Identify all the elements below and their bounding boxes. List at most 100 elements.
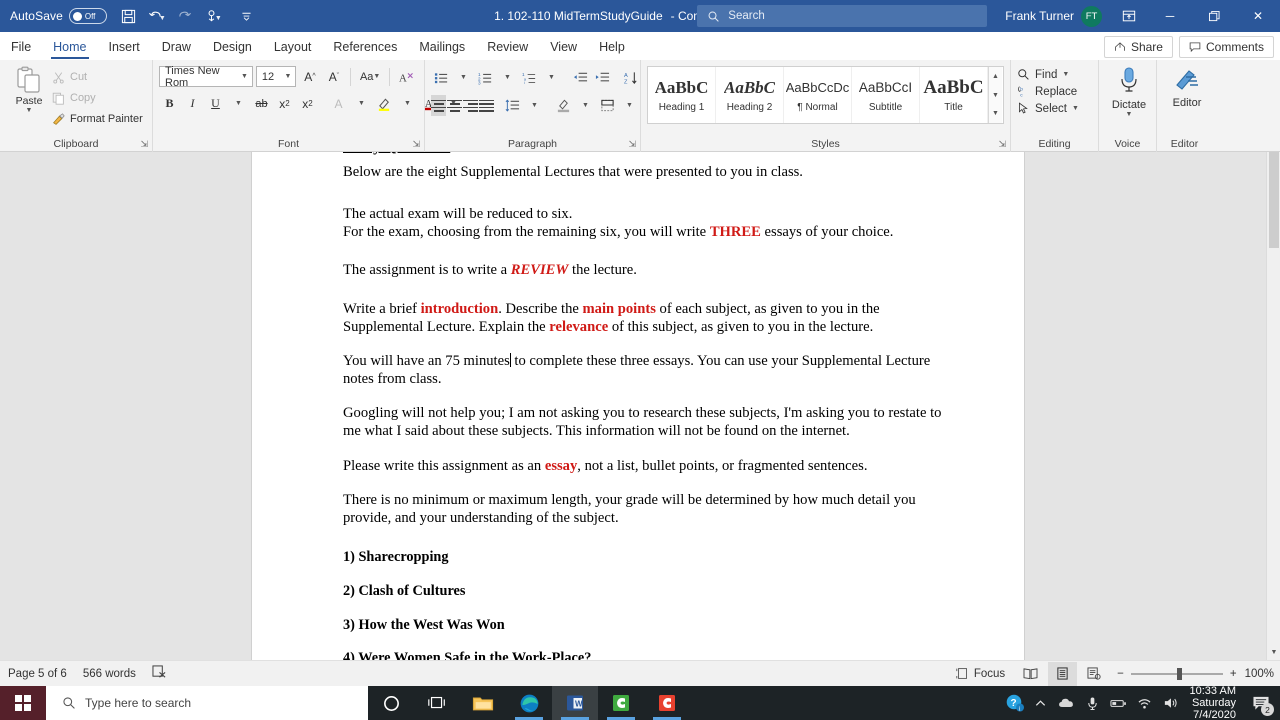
styles-scroll-down-icon[interactable]: ▼ [989, 87, 1002, 104]
style-heading-2[interactable]: AaBbC Heading 2 [716, 67, 784, 123]
proofing-errors-icon[interactable] [152, 665, 167, 682]
select-caret[interactable]: ▼ [1072, 105, 1079, 112]
style-subtitle[interactable]: AaBbCcI Subtitle [852, 67, 920, 123]
borders-caret[interactable]: ▼ [619, 95, 640, 116]
text-highlight-icon[interactable] [374, 93, 395, 114]
search-box[interactable]: Search [697, 5, 988, 27]
word-icon[interactable]: W [552, 686, 598, 720]
tab-draw[interactable]: Draw [151, 34, 202, 60]
tab-view[interactable]: View [539, 34, 588, 60]
show-hidden-icons-chevron[interactable] [1028, 686, 1054, 720]
justify-icon[interactable] [479, 95, 494, 116]
touch-dropdown-caret[interactable]: ▼ [215, 15, 222, 22]
dictate-caret[interactable]: ▼ [1126, 111, 1133, 118]
undo-icon[interactable]: ▼ [143, 3, 171, 29]
tab-insert[interactable]: Insert [98, 34, 151, 60]
tab-layout[interactable]: Layout [263, 34, 323, 60]
zoom-in-button[interactable]: + [1230, 668, 1237, 680]
close-button[interactable]: ✕ [1236, 0, 1280, 32]
zoom-out-button[interactable]: − [1117, 668, 1124, 680]
battery-icon[interactable] [1106, 686, 1132, 720]
zoom-slider[interactable]: − + [1111, 667, 1242, 680]
zoom-track[interactable] [1130, 667, 1223, 680]
font-dialog-launcher[interactable]: ⇲ [412, 139, 420, 150]
start-button[interactable] [0, 686, 46, 720]
taskbar-search-input[interactable]: Type here to search [46, 686, 368, 720]
restore-button[interactable] [1192, 0, 1236, 32]
document-canvas[interactable]: Essay Questions Below are the eight Supp… [0, 152, 1280, 660]
font-name-caret[interactable]: ▼ [241, 73, 248, 80]
paragraph-dialog-launcher[interactable]: ⇲ [628, 139, 636, 150]
sort-icon[interactable]: AZ [621, 67, 642, 88]
document-text-body[interactable]: Essay Questions Below are the eight Supp… [343, 152, 943, 660]
minimize-button[interactable]: ─ [1148, 0, 1192, 32]
onedrive-icon[interactable] [1054, 686, 1080, 720]
print-layout-button[interactable] [1048, 661, 1078, 686]
tab-mailings[interactable]: Mailings [408, 34, 476, 60]
align-center-icon[interactable] [447, 95, 462, 116]
touch-icon[interactable]: ▼ [199, 3, 227, 29]
style-heading-1[interactable]: AaBbC Heading 1 [648, 67, 716, 123]
tab-references[interactable]: References [322, 34, 408, 60]
font-name-input[interactable]: Times New Rom ▼ [159, 65, 253, 89]
styles-more-icon[interactable]: ▼ [989, 105, 1002, 122]
numbering-caret[interactable]: ▼ [497, 67, 518, 88]
multilevel-list-icon[interactable]: 1ai [519, 67, 540, 88]
increase-indent-icon[interactable] [592, 67, 613, 88]
styles-dialog-launcher[interactable]: ⇲ [998, 139, 1006, 150]
bullets-caret[interactable]: ▼ [453, 67, 474, 88]
red-c-icon[interactable] [644, 686, 690, 720]
multilevel-list-caret[interactable]: ▼ [541, 67, 562, 88]
zoom-thumb[interactable] [1176, 667, 1182, 680]
file-explorer-icon[interactable] [460, 686, 506, 720]
styles-scrollbar[interactable]: ▲ ▼ ▼ [988, 67, 1002, 123]
editor-button[interactable]: Editor [1163, 64, 1211, 109]
bold-icon[interactable]: B [159, 93, 180, 114]
task-view-icon[interactable] [414, 686, 460, 720]
page-indicator[interactable]: Page 5 of 6 [8, 668, 67, 680]
customize-icon[interactable] [233, 3, 261, 29]
autosave-toggle[interactable]: Off [68, 8, 107, 24]
tab-help[interactable]: Help [588, 34, 636, 60]
style-normal[interactable]: AaBbCcDc ¶ Normal [784, 67, 852, 123]
wifi-icon[interactable] [1132, 686, 1158, 720]
text-effects-icon[interactable]: A [328, 93, 349, 114]
italic-icon[interactable]: I [182, 93, 203, 114]
clipboard-dialog-launcher[interactable]: ⇲ [140, 139, 148, 150]
scroll-down-arrow-icon[interactable]: ▼ [1267, 646, 1280, 660]
undo-dropdown-caret[interactable]: ▼ [159, 15, 166, 22]
taskbar-clock[interactable]: 10:33 AM Saturday 7/4/2020 [1184, 685, 1246, 720]
ribbon-display-options-icon[interactable] [1114, 0, 1144, 32]
comments-button[interactable]: Comments [1178, 36, 1274, 58]
strikethrough-icon[interactable]: ab [251, 93, 272, 114]
numbering-icon[interactable]: 123 [475, 67, 496, 88]
line-spacing-icon[interactable] [502, 95, 523, 116]
text-effects-caret[interactable]: ▼ [351, 93, 372, 114]
underline-caret[interactable]: ▼ [228, 93, 249, 114]
align-left-icon[interactable] [431, 95, 446, 116]
decrease-indent-icon[interactable] [570, 67, 591, 88]
web-layout-button[interactable] [1079, 662, 1109, 686]
tab-review[interactable]: Review [476, 34, 539, 60]
font-size-caret[interactable]: ▼ [285, 73, 292, 80]
redo-icon[interactable] [171, 3, 199, 29]
scrollbar-thumb[interactable] [1269, 152, 1279, 248]
word-count[interactable]: 566 words [83, 668, 136, 680]
user-account[interactable]: Frank Turner FT [1005, 5, 1102, 27]
format-painter-button[interactable]: Format Painter [52, 110, 143, 128]
style-title[interactable]: AaBbC Title [920, 67, 988, 123]
bullets-icon[interactable] [431, 67, 452, 88]
copy-button[interactable]: Copy [52, 89, 143, 107]
cut-button[interactable]: Cut [52, 68, 143, 86]
volume-icon[interactable] [1158, 686, 1184, 720]
help-icon[interactable]: ? i [1002, 686, 1028, 720]
tab-design[interactable]: Design [202, 34, 263, 60]
clear-formatting-icon[interactable]: A [396, 66, 418, 87]
focus-button[interactable]: Focus [948, 662, 1013, 686]
edge-icon[interactable] [506, 686, 552, 720]
save-icon[interactable] [115, 3, 143, 29]
borders-icon[interactable] [597, 95, 618, 116]
font-size-input[interactable]: 12 ▼ [255, 66, 297, 87]
find-caret[interactable]: ▼ [1062, 71, 1069, 78]
notification-center-button[interactable]: 2 [1246, 686, 1276, 720]
